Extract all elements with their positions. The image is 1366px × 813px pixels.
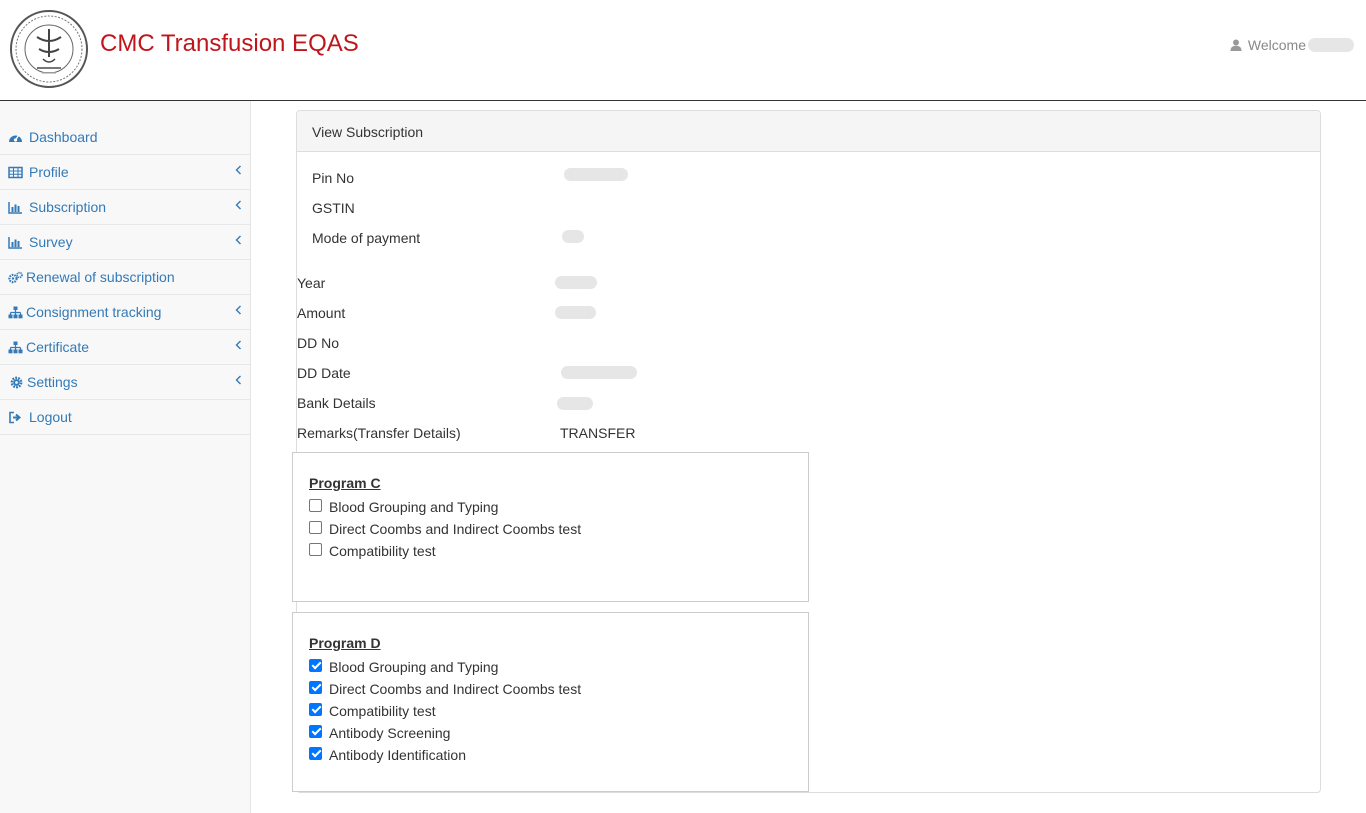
- bar-chart-icon: [8, 201, 22, 214]
- sitemap-icon: [8, 306, 23, 318]
- sidebar-item-label: Certificate: [26, 339, 90, 355]
- chevron-left-icon: [235, 305, 241, 315]
- sidebar-item-label: Survey: [29, 234, 73, 250]
- remarks-value: TRANSFER: [560, 425, 636, 441]
- chevron-left-icon: [235, 340, 241, 350]
- welcome-user[interactable]: Welcome: [1230, 37, 1354, 53]
- program-d-test-row[interactable]: Antibody Identification: [309, 744, 808, 766]
- test-checkbox-checked[interactable]: [309, 658, 322, 672]
- sidebar-item-settings[interactable]: Settings: [0, 365, 250, 400]
- pin-no-label: Pin No: [312, 170, 355, 186]
- test-label: Antibody Screening: [329, 725, 451, 741]
- sidebar-item-profile[interactable]: Profile: [0, 155, 250, 190]
- year-redacted-value: [555, 276, 597, 289]
- sidebar-item-dashboard[interactable]: Dashboard: [0, 120, 250, 155]
- test-label: Compatibility test: [329, 543, 436, 559]
- amount-label: Amount: [297, 305, 346, 321]
- app-title: CMC Transfusion EQAS: [100, 30, 359, 57]
- sidebar-item-certificate[interactable]: Certificate: [0, 330, 250, 365]
- sidebar-item-label: Dashboard: [29, 129, 98, 145]
- sidebar-nav: Dashboard Profile Subscription Survey Re…: [0, 101, 251, 813]
- remarks-label: Remarks(Transfer Details): [297, 425, 461, 441]
- sidebar-item-label: Logout: [29, 409, 72, 425]
- program-d-test-row[interactable]: Compatibility test: [309, 700, 808, 722]
- test-label: Compatibility test: [329, 703, 436, 719]
- college-seal-logo: [10, 10, 88, 88]
- amount-redacted-value: [555, 306, 596, 319]
- sign-out-icon: [9, 411, 22, 423]
- program-d-test-row[interactable]: Direct Coombs and Indirect Coombs test: [309, 678, 808, 700]
- test-checkbox[interactable]: [309, 498, 322, 512]
- chevron-left-icon: [235, 235, 241, 245]
- sidebar-item-label: Renewal of subscription: [26, 269, 175, 285]
- test-label: Direct Coombs and Indirect Coombs test: [329, 521, 582, 537]
- welcome-label: Welcome: [1247, 37, 1306, 53]
- program-c-box: Program C Blood Grouping and Typing Dire…: [292, 452, 809, 602]
- gstin-label: GSTIN: [312, 200, 355, 216]
- redacted-username: [1308, 38, 1354, 52]
- sidebar-item-renewal[interactable]: Renewal of subscription: [0, 260, 250, 295]
- program-d-test-row[interactable]: Blood Grouping and Typing: [309, 656, 808, 678]
- dashboard-icon: [9, 134, 22, 142]
- mode-of-payment-label: Mode of payment: [312, 230, 421, 246]
- sidebar-item-label: Consignment tracking: [26, 304, 162, 320]
- sitemap-icon: [8, 341, 23, 353]
- table-icon: [8, 166, 23, 178]
- sidebar-item-subscription[interactable]: Subscription: [0, 190, 250, 225]
- test-checkbox[interactable]: [309, 542, 322, 556]
- gears-icon: [8, 271, 23, 283]
- test-label: Blood Grouping and Typing: [329, 659, 499, 675]
- mode-of-payment-redacted-value: [562, 230, 584, 243]
- chevron-left-icon: [235, 375, 241, 385]
- program-d-box: Program D Blood Grouping and Typing Dire…: [292, 612, 809, 792]
- program-c-title: Program C: [309, 475, 381, 491]
- app-header: CMC Transfusion EQAS Welcome: [0, 0, 1366, 101]
- sidebar-item-logout[interactable]: Logout: [0, 400, 250, 435]
- test-checkbox-checked[interactable]: [309, 680, 322, 694]
- bank-details-label: Bank Details: [297, 395, 376, 411]
- sidebar-item-label: Profile: [29, 164, 69, 180]
- test-label: Direct Coombs and Indirect Coombs test: [329, 681, 582, 697]
- sidebar-item-label: Settings: [27, 374, 78, 390]
- chevron-left-icon: [235, 165, 241, 175]
- gear-icon: [10, 376, 23, 388]
- test-label: Antibody Identification: [329, 747, 466, 763]
- year-label: Year: [297, 275, 326, 291]
- user-icon: [1230, 39, 1242, 51]
- test-label: Blood Grouping and Typing: [329, 499, 499, 515]
- bank-details-redacted-value: [557, 397, 593, 410]
- program-d-title: Program D: [309, 635, 381, 651]
- test-checkbox-checked[interactable]: [309, 724, 322, 738]
- sidebar-item-label: Subscription: [29, 199, 107, 215]
- sidebar-item-consignment-tracking[interactable]: Consignment tracking: [0, 295, 250, 330]
- program-d-test-row[interactable]: Antibody Screening: [309, 722, 808, 744]
- dd-date-redacted-value: [561, 366, 637, 379]
- dd-date-label: DD Date: [297, 365, 351, 381]
- dd-no-label: DD No: [297, 335, 340, 351]
- sidebar-item-survey[interactable]: Survey: [0, 225, 250, 260]
- test-checkbox-checked[interactable]: [309, 702, 322, 716]
- program-c-test-row[interactable]: Blood Grouping and Typing: [309, 496, 808, 518]
- pin-no-redacted-value: [564, 168, 628, 181]
- program-c-test-row[interactable]: Direct Coombs and Indirect Coombs test: [309, 518, 808, 540]
- chevron-left-icon: [235, 200, 241, 210]
- panel-heading: View Subscription: [297, 111, 1320, 152]
- test-checkbox-checked[interactable]: [309, 746, 322, 760]
- test-checkbox[interactable]: [309, 520, 322, 534]
- program-c-test-row[interactable]: Compatibility test: [309, 540, 808, 562]
- bar-chart-icon: [8, 236, 22, 249]
